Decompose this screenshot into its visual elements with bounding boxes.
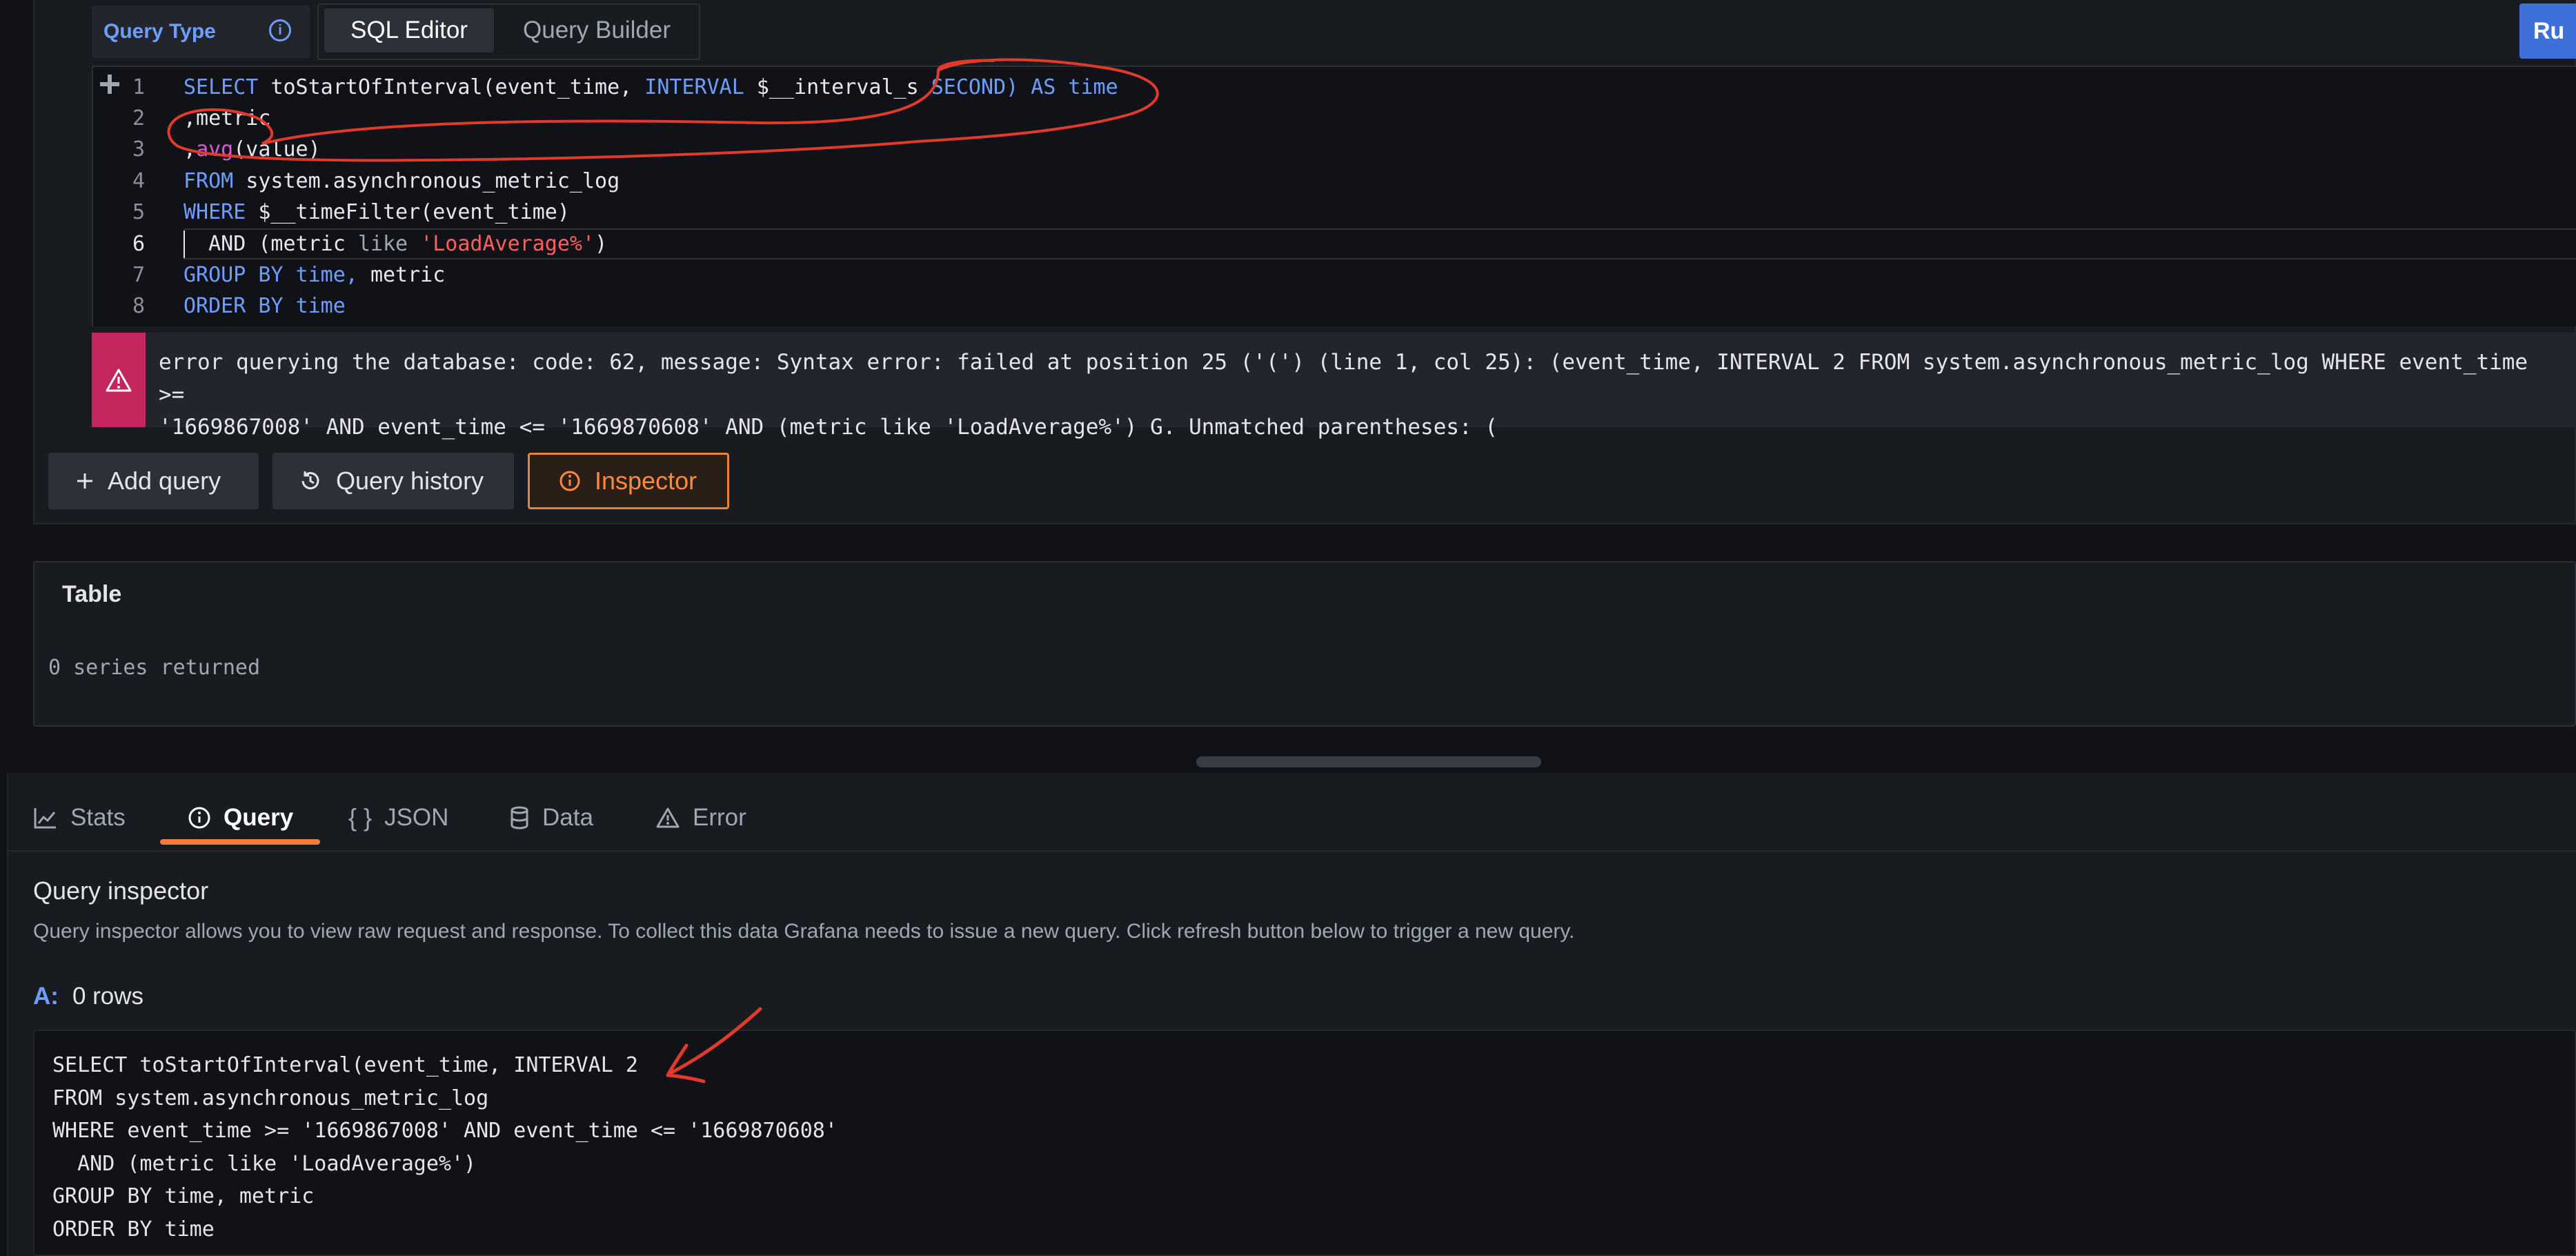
line-number: 5: [132, 200, 145, 224]
code-line-6: AND (metric like 'LoadAverage%'): [208, 232, 608, 256]
history-icon: [299, 469, 322, 493]
code-line-3: ,avg(value): [184, 137, 321, 161]
code-line-2: ,metric: [184, 106, 271, 130]
line-number: 7: [132, 263, 145, 287]
inspector-description: Query inspector allows you to view raw r…: [33, 920, 1575, 943]
tab-query[interactable]: Query: [188, 801, 293, 835]
add-query-button[interactable]: Add query: [48, 453, 259, 509]
line-number: 1: [132, 75, 145, 99]
table-panel: [33, 561, 2576, 727]
info-circle-icon: [559, 470, 581, 492]
tab-stats[interactable]: Stats: [33, 801, 126, 835]
executed-query-text: SELECT toStartOfInterval(event_time, INT…: [52, 1053, 838, 1242]
active-tab-indicator: [160, 839, 320, 845]
error-message: error querying the database: code: 62, m…: [159, 350, 2528, 440]
tab-error[interactable]: Error: [655, 801, 746, 835]
panel-title: Table: [62, 581, 122, 607]
code-line-1: SELECT toStartOfInterval(event_time, INT…: [184, 75, 1118, 99]
line-number: 3: [132, 137, 145, 161]
text-cursor: [184, 230, 185, 258]
line-number: 2: [132, 106, 145, 130]
result-rows-label: A: 0 rows: [33, 983, 144, 1010]
database-icon: [509, 806, 530, 830]
tab-data[interactable]: Data: [509, 801, 593, 835]
info-icon[interactable]: i: [269, 19, 291, 41]
line-number: 8: [132, 294, 145, 318]
code-line-8: ORDER BY time: [184, 294, 346, 318]
query-builder-tab[interactable]: Query Builder: [504, 8, 690, 52]
code-line-7: GROUP BY time, metric: [184, 263, 446, 287]
run-query-button[interactable]: Ru: [2519, 3, 2576, 59]
braces-icon: { }: [348, 803, 373, 832]
tab-json[interactable]: { } JSON: [348, 801, 448, 835]
info-circle-icon: [188, 806, 211, 830]
query-history-button[interactable]: Query history: [273, 453, 514, 509]
tabs-divider: [7, 850, 2576, 852]
warning-triangle-icon: [655, 807, 680, 829]
warning-triangle-icon: [92, 333, 146, 427]
inspector-button[interactable]: Inspector: [528, 453, 729, 509]
series-status: 0 series returned: [48, 656, 261, 680]
code-line-5: WHERE $__timeFilter(event_time): [184, 200, 570, 224]
chart-line-icon: [33, 806, 58, 830]
sql-editor-tab[interactable]: SQL Editor: [324, 8, 494, 52]
resize-handle[interactable]: [1196, 756, 1541, 767]
line-number: 4: [132, 169, 145, 193]
line-number: 6: [132, 232, 145, 256]
inspector-title: Query inspector: [33, 876, 209, 905]
code-line-4: FROM system.asynchronous_metric_log: [184, 169, 620, 193]
plus-icon: [76, 472, 94, 490]
